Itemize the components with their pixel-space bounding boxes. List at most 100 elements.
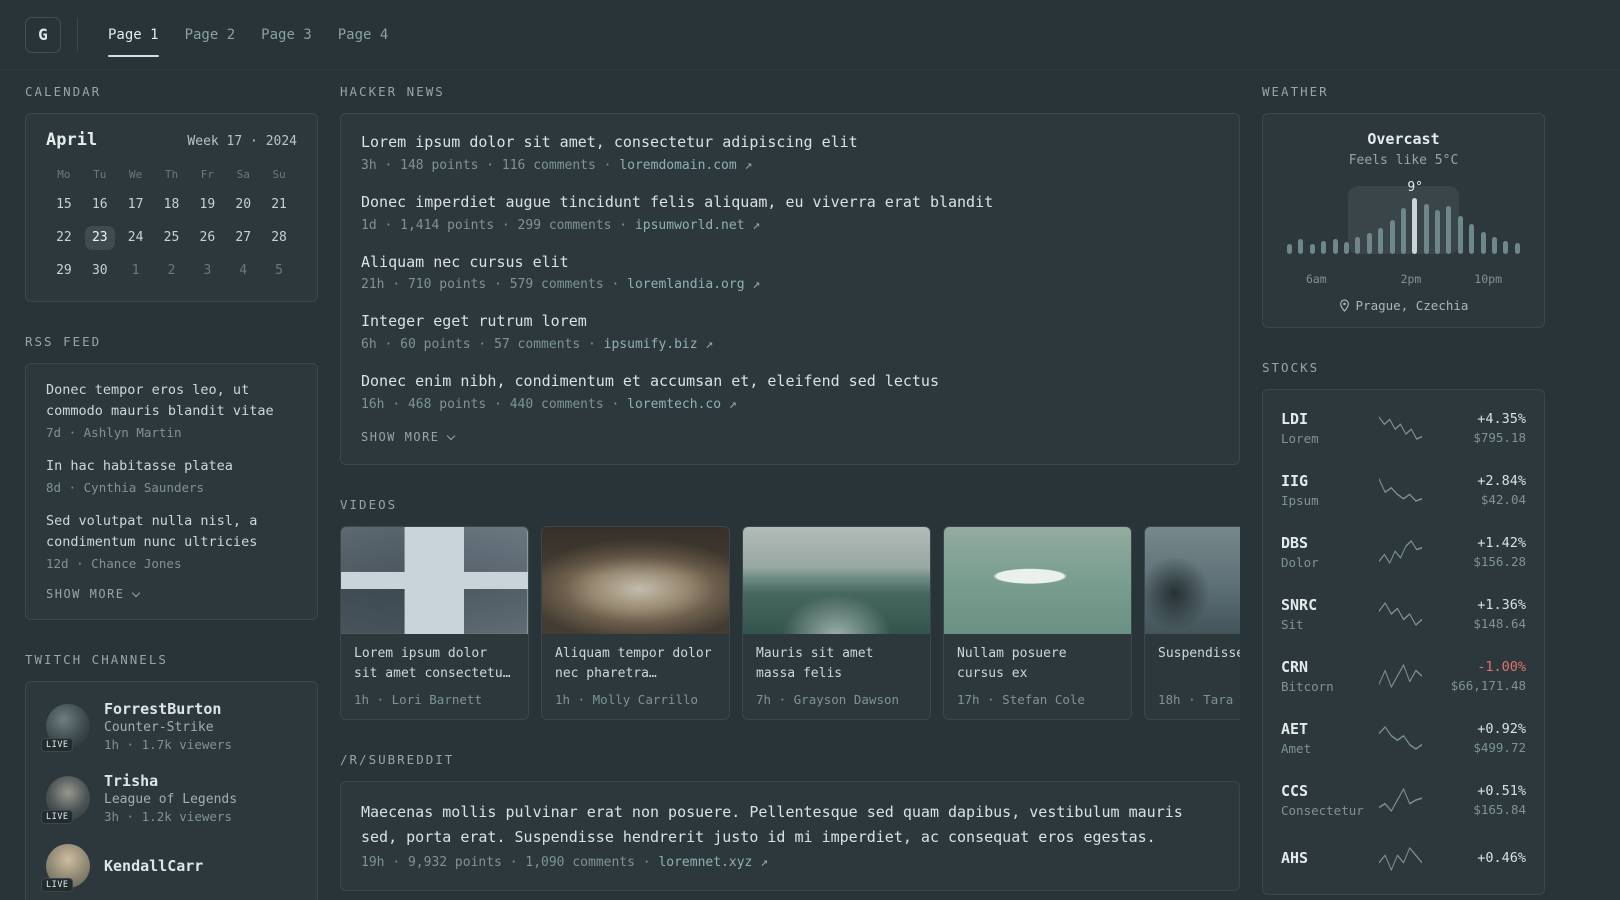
hn-item-points: 468 points	[392, 397, 486, 412]
hn-show-more-button[interactable]: SHOW MORE	[361, 430, 1219, 444]
calendar-day-next-month: 3	[203, 263, 212, 278]
hn-item-domain-link[interactable]: ipsumify.biz ↗	[588, 337, 713, 352]
calendar-day: 25	[163, 230, 180, 245]
calendar-card: April Week 17 · 2024 Mo Tu We Th Fr Sa S…	[25, 113, 318, 302]
stock-row[interactable]: AET Amet +0.92% $499.72	[1279, 707, 1528, 769]
video-title: Mauris sit amet massa felis	[756, 645, 874, 681]
rss-item-author: Ashlyn Martin	[69, 425, 182, 440]
hn-item-domain-link[interactable]: ipsumworld.net ↗	[619, 218, 760, 233]
rss-item-title[interactable]: In hac habitasse platea	[46, 456, 297, 477]
subreddit-header: /R/SUBREDDIT	[340, 751, 455, 767]
stock-change: +0.51%	[1477, 783, 1526, 799]
hn-item-meta: 3h 148 points 116 comments loremdomain.c…	[361, 158, 1219, 173]
stock-ticker: AET	[1281, 720, 1309, 738]
stock-name: Sit	[1281, 617, 1304, 632]
stock-sparkline	[1379, 478, 1422, 502]
stock-row[interactable]: SNRC Sit +1.36% $148.64	[1279, 583, 1528, 645]
stock-row[interactable]: AHS +0.46%	[1279, 831, 1528, 887]
hn-item-domain-link[interactable]: loremtech.co ↗	[611, 397, 736, 412]
calendar-day: 18	[163, 197, 180, 212]
stock-price: $66,171.48	[1450, 678, 1526, 693]
hn-item-title[interactable]: Aliquam nec cursus elit	[361, 252, 1219, 274]
app-logo: G	[25, 16, 61, 53]
reddit-post-points: 9,932 points	[392, 855, 502, 870]
hacker-news-widget: HACKER NEWS Lorem ipsum dolor sit amet, …	[340, 84, 1240, 465]
stock-sparkline	[1379, 664, 1422, 688]
twitch-channel[interactable]: LIVE KendallCarr	[41, 843, 297, 892]
stocks-widget: STOCKS LDI Lorem +4.35% $795.18 IIG Ipsu…	[1262, 360, 1545, 895]
rss-item-title[interactable]: Donec tempor eros leo, ut commodo mauris…	[46, 380, 297, 422]
video-card[interactable]: Aliquam tempor dolor nec pharetra… 1h Mo…	[541, 525, 730, 720]
channel-meta: 3h 1.2k viewers	[104, 809, 237, 824]
twitch-channel[interactable]: LIVE Trisha League of Legends 3h 1.2k vi…	[41, 772, 297, 824]
rss-item-title[interactable]: Sed volutpat nulla nisl, a condimentum n…	[46, 511, 297, 553]
live-badge: LIVE	[41, 809, 74, 824]
calendar-day: 29	[56, 263, 72, 278]
calendar-week-label: Week 17 · 2024	[187, 134, 297, 149]
hn-item-domain-link[interactable]: loremdomain.com ↗	[604, 158, 753, 173]
tab-page-4[interactable]: Page 4	[338, 0, 389, 69]
live-badge: LIVE	[41, 737, 74, 752]
reddit-post-domain-link[interactable]: loremnet.xyz ↗	[643, 855, 768, 870]
hn-item-domain-link[interactable]: loremlandia.org ↗	[611, 277, 760, 292]
hn-item-comments: 579 comments	[494, 277, 604, 292]
calendar-day: 27	[235, 230, 252, 245]
stock-row[interactable]: CRN Bitcorn -1.00% $66,171.48	[1279, 645, 1528, 707]
twitch-widget: TWITCH CHANNELS LIVE ForrestBurton Count…	[25, 652, 318, 900]
calendar-day: 22	[56, 230, 72, 245]
live-badge: LIVE	[41, 877, 74, 892]
video-thumbnail	[743, 526, 930, 634]
channel-name: ForrestBurton	[104, 699, 222, 718]
calendar-day: 24	[127, 230, 144, 245]
stocks-card: LDI Lorem +4.35% $795.18 IIG Ipsum +2.84…	[1262, 389, 1545, 895]
video-card[interactable]: Suspendisse diam 18h Tara	[1144, 525, 1240, 720]
stock-price: $42.04	[1480, 492, 1526, 507]
calendar-day-next-month: 5	[275, 263, 283, 278]
rss-show-more-button[interactable]: SHOW MORE	[46, 587, 297, 601]
right-column: WEATHER Overcast Feels like 5°C 9° 6am 2…	[1262, 84, 1545, 895]
twitch-channel[interactable]: LIVE ForrestBurton Counter-Strike 1h 1.7…	[41, 699, 297, 752]
hn-item-title[interactable]: Lorem ipsum dolor sit amet, consectetur …	[361, 132, 1219, 154]
dow-label: Tu	[93, 168, 107, 181]
tab-page-2[interactable]: Page 2	[185, 0, 236, 69]
video-card[interactable]: Lorem ipsum dolor sit amet consectetu… 1…	[340, 525, 529, 720]
video-author: Grayson Dawson	[779, 692, 899, 707]
video-thumbnail	[1145, 526, 1240, 634]
reddit-post-meta: 19h 9,932 points 1,090 comments loremnet…	[361, 855, 1219, 870]
stock-ticker: IIG	[1281, 472, 1309, 490]
rss-item-meta: 7d Ashlyn Martin	[46, 425, 297, 440]
stock-ticker: SNRC	[1281, 596, 1318, 614]
tab-page-1[interactable]: Page 1	[108, 0, 159, 69]
hn-item-meta: 1d 1,414 points 299 comments ipsumworld.…	[361, 218, 1219, 233]
stock-row[interactable]: CCS Consectetur +0.51% $165.84	[1279, 769, 1528, 831]
hn-item-comments: 440 comments	[494, 397, 604, 412]
channel-avatar: LIVE	[41, 843, 90, 892]
stock-row[interactable]: IIG Ipsum +2.84% $42.04	[1279, 459, 1528, 521]
calendar-header: CALENDAR	[25, 84, 102, 99]
stock-sparkline	[1379, 726, 1422, 750]
top-nav: G Page 1 Page 2 Page 3 Page 4	[0, 0, 1620, 70]
left-column: CALENDAR April Week 17 · 2024 Mo Tu We T…	[25, 84, 318, 900]
subreddit-widget: /R/SUBREDDIT Maecenas mollis pulvinar er…	[340, 752, 1240, 892]
calendar-grid: Mo Tu We Th Fr Sa Su 15 16 17 18 19 20 2…	[46, 166, 297, 283]
tab-page-3[interactable]: Page 3	[261, 0, 312, 69]
calendar-day: 15	[56, 197, 72, 212]
video-card[interactable]: Nullam posuere cursus ex 17h Stefan Cole	[943, 525, 1132, 720]
weather-header: WEATHER	[1262, 84, 1329, 99]
dow-label: Fr	[200, 168, 214, 181]
video-card[interactable]: Mauris sit amet massa felis 7h Grayson D…	[742, 525, 931, 720]
hn-item-meta: 16h 468 points 440 comments loremtech.co…	[361, 397, 1219, 412]
dow-label: Sa	[236, 168, 250, 181]
hn-item: Donec enim nibh, condimentum et accumsan…	[361, 371, 1219, 412]
hn-item-title[interactable]: Donec enim nibh, condimentum et accumsan…	[361, 371, 1219, 393]
stock-row[interactable]: LDI Lorem +4.35% $795.18	[1279, 397, 1528, 459]
hn-item-title[interactable]: Donec imperdiet augue tincidunt felis al…	[361, 192, 1219, 214]
rss-item-meta: 12d Chance Jones	[46, 556, 297, 571]
stock-row[interactable]: DBS Dolor +1.42% $156.28	[1279, 521, 1528, 583]
calendar-day: 16	[91, 197, 108, 212]
video-author: Molly Carrillo	[578, 692, 698, 707]
hn-item: Aliquam nec cursus elit 21h 710 points 5…	[361, 252, 1219, 293]
hn-item-title[interactable]: Integer eget rutrum lorem	[361, 311, 1219, 333]
video-meta: 18h Tara	[1158, 692, 1240, 707]
reddit-post-title[interactable]: Maecenas mollis pulvinar erat non posuer…	[361, 800, 1219, 850]
